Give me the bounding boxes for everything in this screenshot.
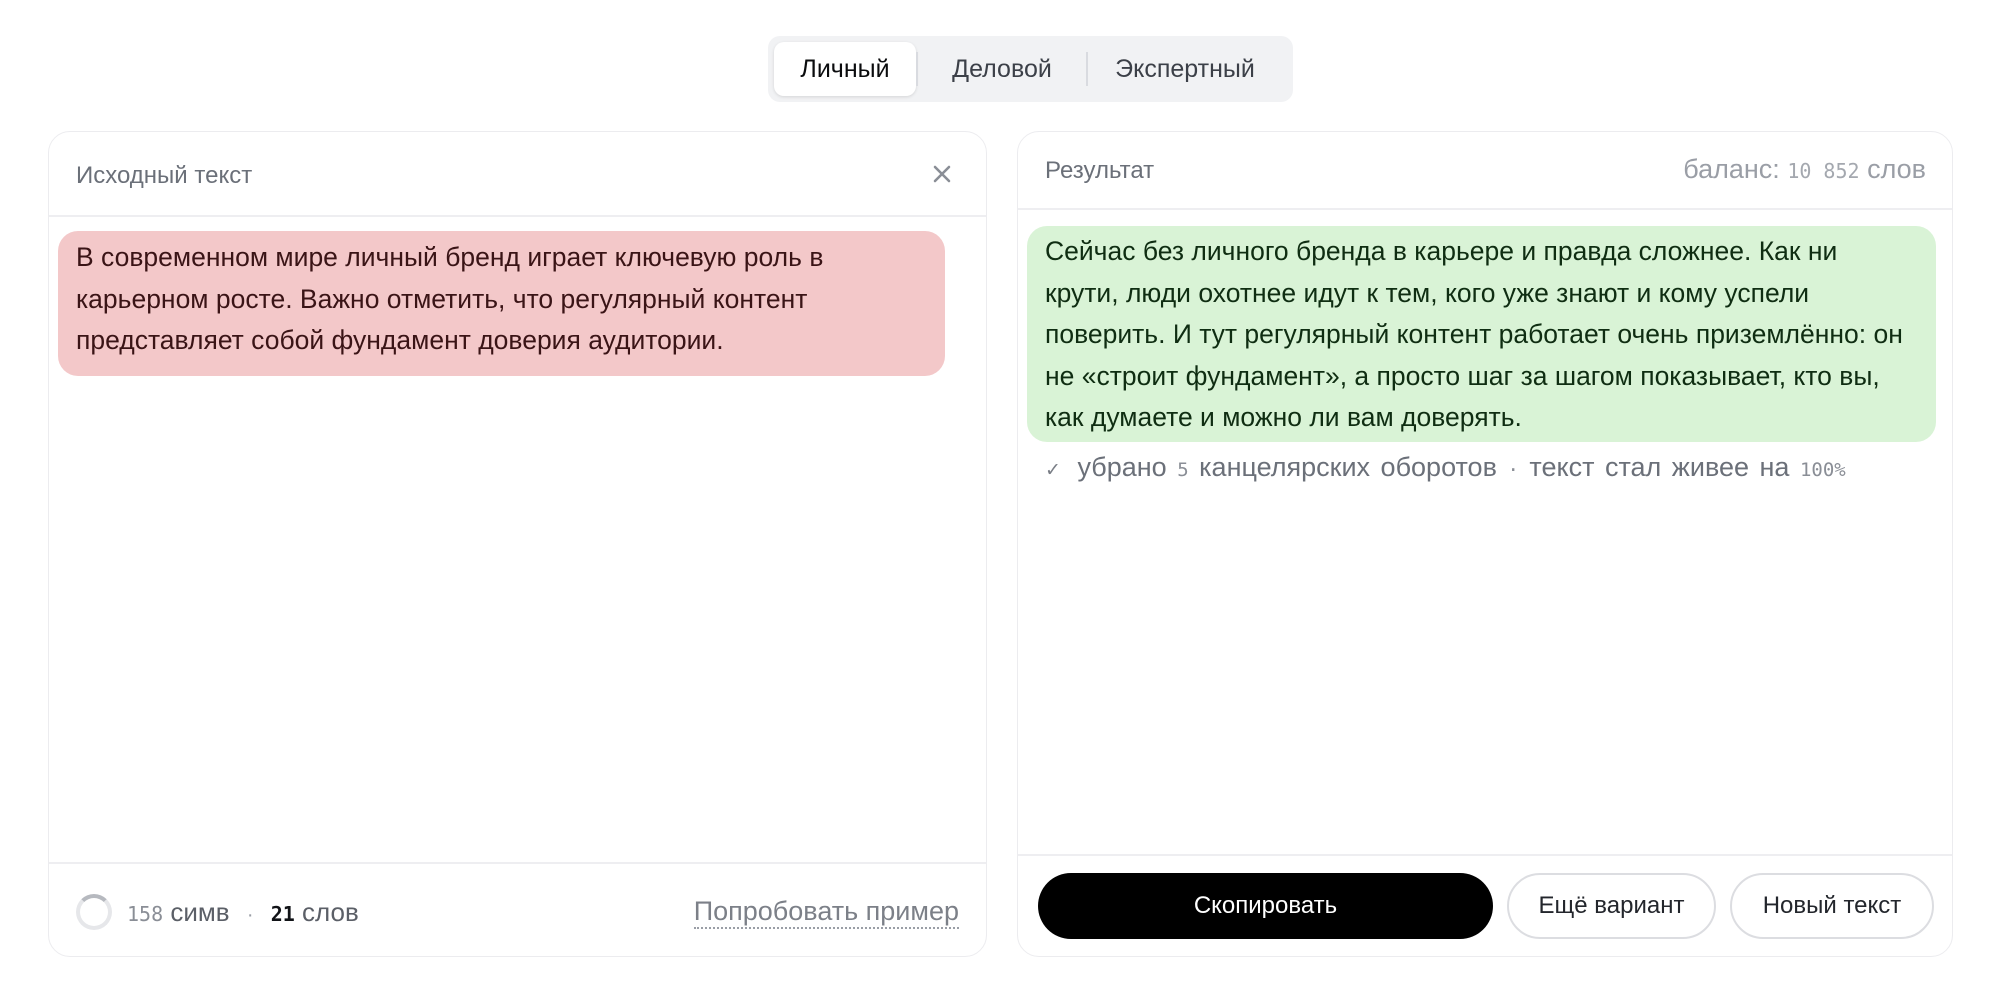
source-panel: Исходный текст В современном мире личный…	[48, 131, 987, 957]
char-count: 158	[127, 902, 164, 926]
word-count: 21	[270, 902, 295, 926]
result-text: Сейчас без личного бренда в карьере и пр…	[1045, 236, 1903, 432]
source-panel-footer: 158 симв · 21 слов Попробовать пример	[49, 862, 986, 956]
result-panel-header: Результат баланс: 10 852 слов	[1018, 132, 1952, 210]
source-panel-title: Исходный текст	[76, 162, 253, 189]
copy-button[interactable]: Скопировать	[1038, 873, 1493, 939]
stats-separator: ·	[1507, 459, 1519, 481]
tab-personal[interactable]: Личный	[774, 42, 916, 96]
source-text-highlight[interactable]: В современном мире личный бренд играет к…	[58, 231, 945, 376]
word-balance: баланс: 10 852 слов	[1683, 154, 1926, 185]
counts-separator: ·	[246, 904, 254, 926]
char-unit: симв	[170, 897, 230, 927]
check-icon: ✓	[1045, 460, 1061, 481]
removed-suffix: канцелярских оборотов	[1199, 452, 1497, 482]
result-panel-footer: Скопировать Ещё вариант Новый текст	[1018, 854, 1952, 956]
balance-label: баланс:	[1683, 154, 1780, 184]
livelier-value: 100%	[1799, 459, 1846, 481]
result-text-highlight[interactable]: Сейчас без личного бренда в карьере и пр…	[1027, 226, 1936, 442]
another-variant-button[interactable]: Ещё вариант	[1507, 873, 1716, 939]
result-panel-title: Результат	[1045, 157, 1155, 184]
source-text: В современном мире личный бренд играет к…	[76, 242, 824, 355]
new-text-button[interactable]: Новый текст	[1730, 873, 1934, 939]
close-icon[interactable]	[926, 158, 958, 190]
tab-expert[interactable]: Экспертный	[1088, 42, 1282, 96]
progress-ring-icon	[76, 894, 112, 930]
result-panel: Результат баланс: 10 852 слов Сейчас без…	[1017, 131, 1953, 957]
balance-value: 10 852	[1787, 159, 1860, 183]
try-example-link[interactable]: Попробовать пример	[693, 895, 959, 929]
livelier-prefix: текст стал живее на	[1529, 452, 1790, 482]
source-panel-header: Исходный текст	[49, 132, 986, 217]
mode-tabs: Личный Деловой Экспертный	[768, 36, 1293, 102]
balance-unit: слов	[1867, 154, 1926, 184]
tab-business[interactable]: Деловой	[918, 42, 1086, 96]
removed-count: 5	[1177, 459, 1189, 481]
result-stats: ✓ убрано 5 канцелярских оборотов · текст…	[1045, 452, 1846, 483]
removed-prefix: убрано	[1077, 452, 1167, 482]
text-counts: 158 симв · 21 слов	[127, 897, 359, 928]
word-unit: слов	[302, 897, 359, 927]
